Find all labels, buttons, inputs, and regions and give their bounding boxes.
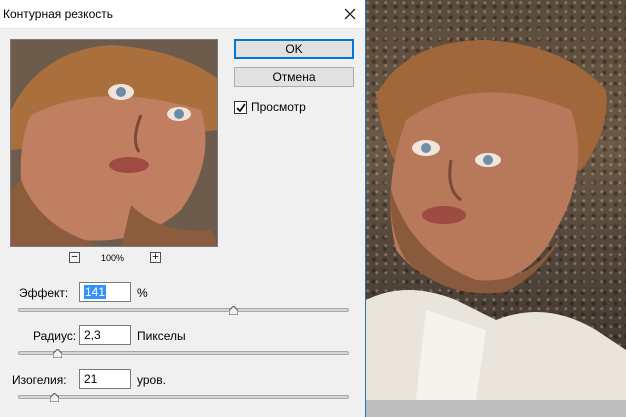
- background-photo: [366, 0, 626, 417]
- cancel-button[interactable]: Отмена: [234, 67, 354, 87]
- ok-button[interactable]: OK: [234, 39, 354, 59]
- effect-input[interactable]: 141: [79, 282, 131, 302]
- unsharp-mask-dialog: Контурная резкость − 100% + OK Отмена Пр…: [0, 0, 366, 417]
- radius-input[interactable]: 2,3: [79, 325, 131, 345]
- title-bar[interactable]: Контурная резкость: [0, 0, 365, 29]
- effect-label: Эффект:: [19, 286, 69, 300]
- dialog-title: Контурная резкость: [3, 7, 113, 21]
- threshold-slider[interactable]: [18, 395, 349, 399]
- threshold-value: 21: [84, 372, 98, 386]
- zoom-out-button[interactable]: −: [69, 252, 80, 263]
- effect-slider-thumb[interactable]: [229, 306, 238, 315]
- effect-value: 141: [84, 285, 107, 299]
- photo-face-image: [366, 40, 626, 400]
- effect-slider[interactable]: [18, 308, 349, 312]
- zoom-level: 100%: [101, 253, 125, 263]
- close-button[interactable]: [335, 0, 365, 29]
- effect-unit: %: [137, 286, 148, 300]
- threshold-input[interactable]: 21: [79, 369, 131, 389]
- canvas-bottom-strip: [366, 400, 626, 417]
- close-icon: [344, 8, 356, 20]
- radius-value: 2,3: [84, 328, 101, 342]
- zoom-in-button[interactable]: +: [150, 252, 161, 263]
- preview-label: Просмотр: [251, 100, 306, 114]
- checkmark-icon: [236, 103, 246, 113]
- radius-unit: Пикселы: [137, 329, 186, 343]
- radius-slider-thumb[interactable]: [53, 349, 62, 358]
- threshold-unit: уров.: [137, 373, 166, 387]
- threshold-slider-thumb[interactable]: [50, 393, 59, 402]
- preview-pane[interactable]: [10, 39, 218, 247]
- preview-face-image: [11, 40, 217, 246]
- radius-label: Радиус:: [33, 329, 77, 343]
- threshold-label: Изогелия:: [12, 373, 67, 387]
- radius-slider[interactable]: [18, 351, 349, 355]
- preview-checkbox[interactable]: [234, 101, 247, 114]
